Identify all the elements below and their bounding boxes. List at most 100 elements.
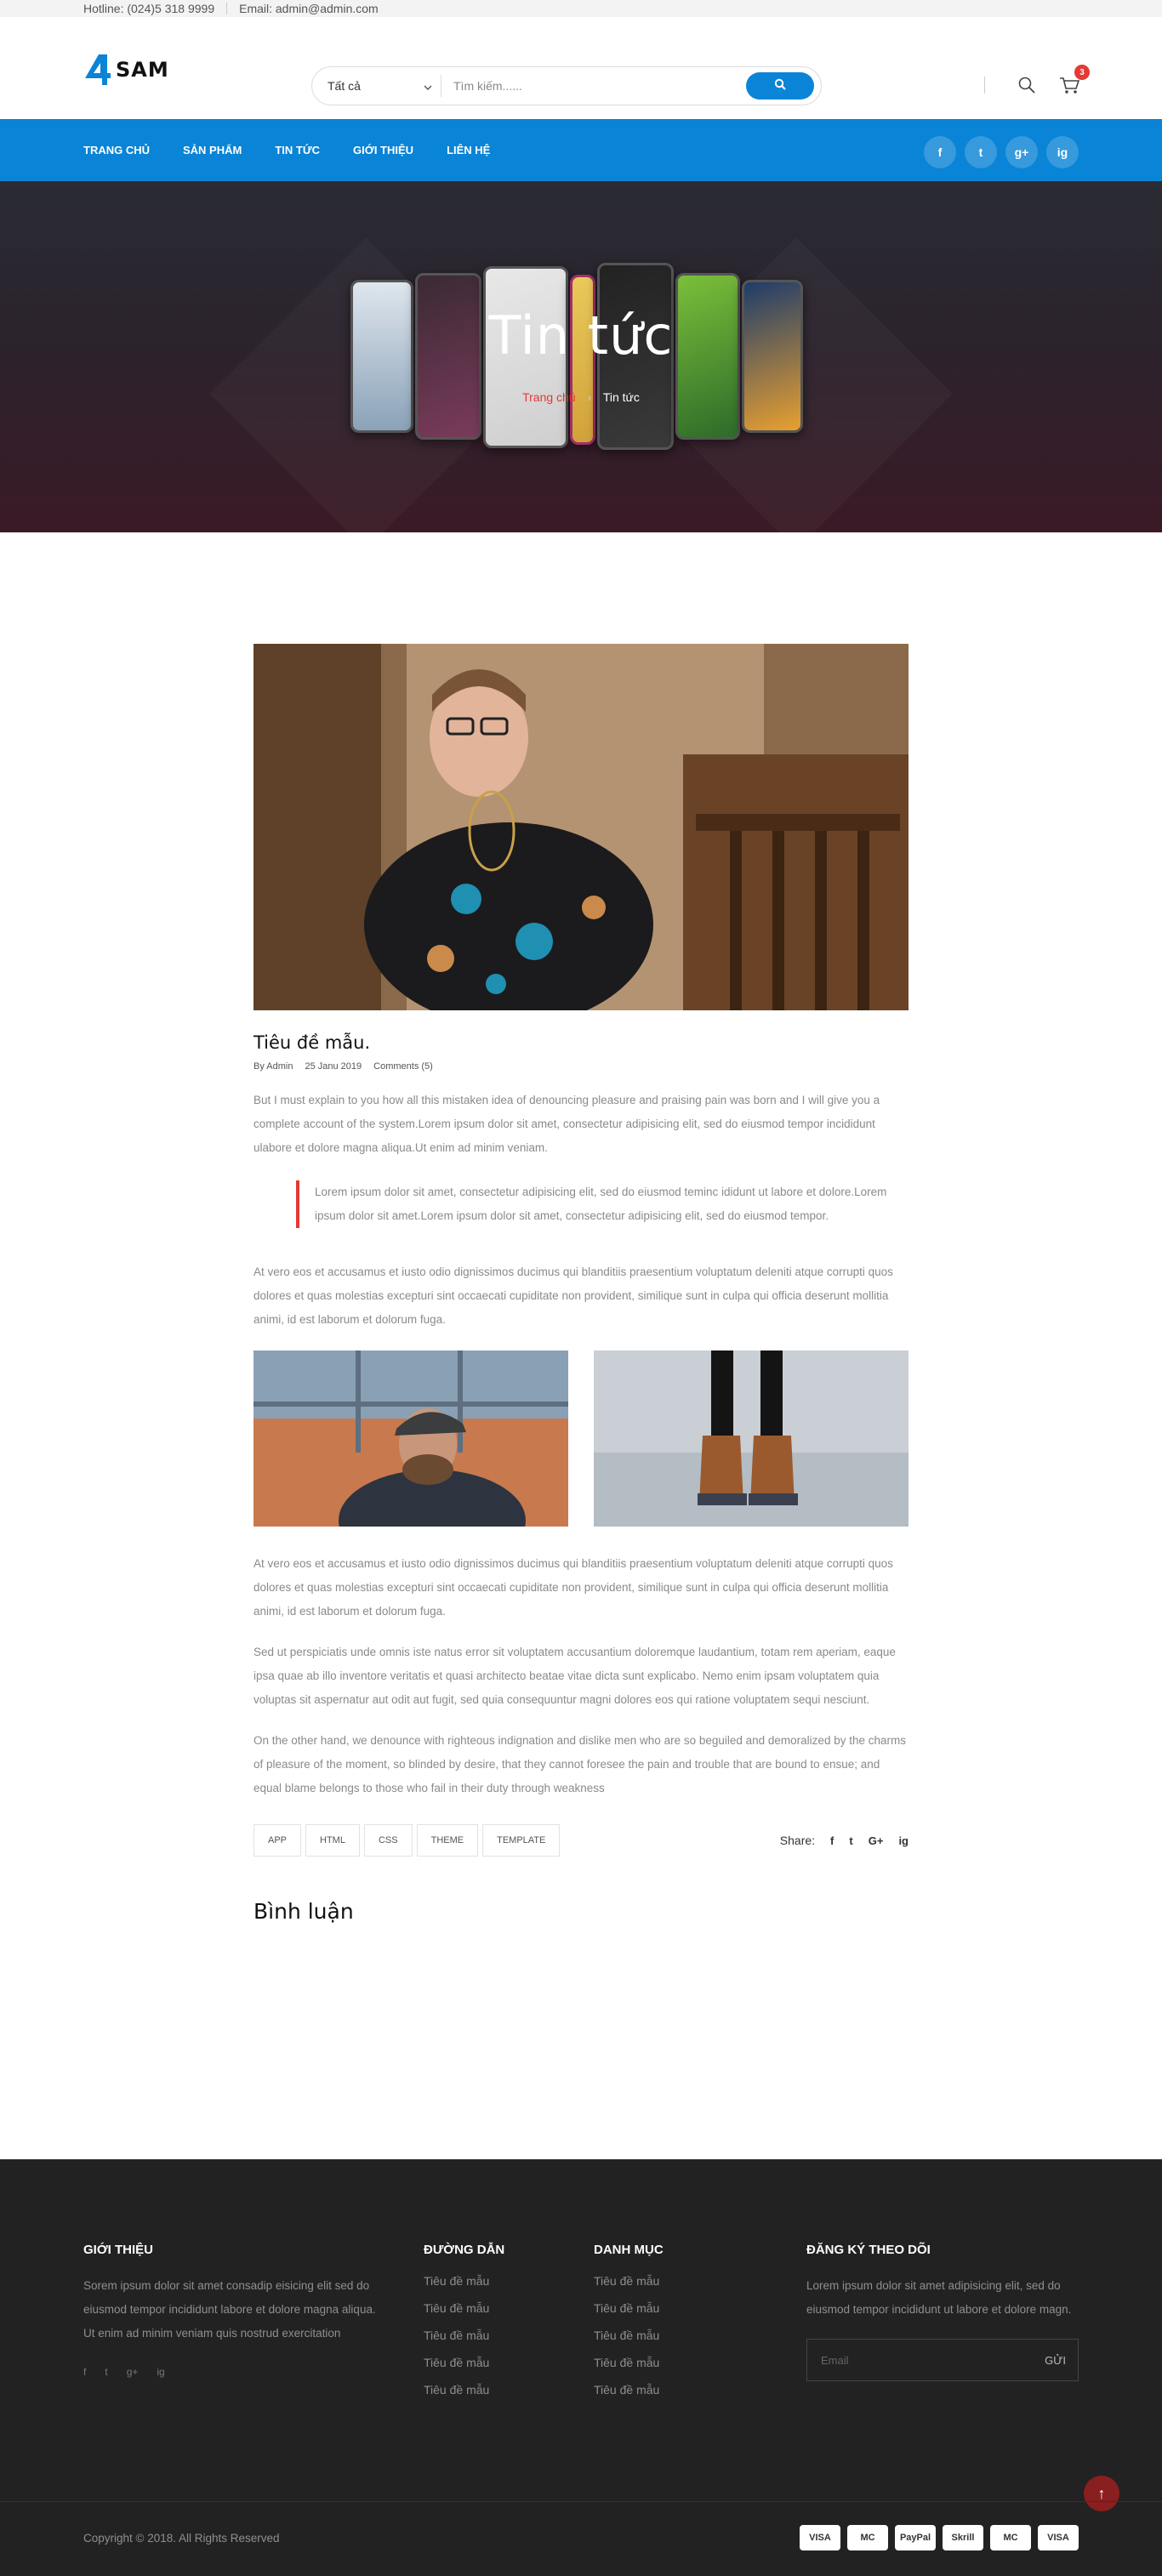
- copyright-text: Copyright © 2018. All Rights Reserved: [83, 2532, 280, 2545]
- post-content: Tiêu đề mẫu. By Admin 25 Janu 2019 Comme…: [253, 644, 909, 1924]
- subscribe-form: GỬI: [806, 2339, 1079, 2381]
- footer-link[interactable]: Tiêu đề mẫu: [424, 2329, 560, 2342]
- tag-template[interactable]: TEMPLATE: [482, 1824, 561, 1857]
- nav-item-home[interactable]: TRANG CHỦ: [83, 144, 150, 156]
- post-meta: By Admin 25 Janu 2019 Comments (5): [253, 1061, 909, 1072]
- tag-theme[interactable]: THEME: [416, 1824, 479, 1857]
- nav-item-products[interactable]: SẢN PHẨM: [183, 144, 242, 156]
- footer-subscribe-title: ĐĂNG KÝ THEO DÕI: [806, 2243, 931, 2257]
- footer-categories: DANH MỤC Tiêu đề mẫu Tiêu đề mẫu Tiêu đề…: [594, 2243, 747, 2410]
- cart-count-badge: 3: [1074, 65, 1090, 80]
- post-paragraph: Sed ut perspiciatis unde omnis iste natu…: [253, 1646, 896, 1706]
- search-category-value: Tất cả: [328, 79, 361, 93]
- footer-facebook-icon[interactable]: f: [83, 2366, 86, 2378]
- post-featured-image: [253, 644, 909, 1010]
- chevron-right-icon: ›: [587, 390, 592, 404]
- post-author: By Admin: [253, 1061, 293, 1072]
- breadcrumb-current: Tin tức: [602, 390, 640, 404]
- mastercard-icon: MC: [847, 2525, 888, 2550]
- header-search-icon[interactable]: [1017, 75, 1037, 95]
- paypal-icon: PayPal: [895, 2525, 936, 2550]
- logo-mark-icon: [83, 53, 112, 87]
- instagram-icon[interactable]: ig: [1046, 136, 1079, 168]
- footer-category-link[interactable]: Tiêu đề mẫu: [594, 2274, 747, 2288]
- footer-social: f t g+ ig: [83, 2366, 390, 2378]
- post-footer-bar: APP HTML CSS THEME TEMPLATE Share: f t G…: [253, 1824, 909, 1857]
- chevron-down-icon: [424, 79, 432, 93]
- post-paragraph: On the other hand, we denounce with righ…: [253, 1734, 906, 1794]
- google-plus-icon[interactable]: g+: [1005, 136, 1038, 168]
- footer-divider: [0, 2501, 1162, 2502]
- share-facebook-icon[interactable]: f: [830, 1834, 834, 1847]
- header-divider: [984, 77, 985, 94]
- post-gallery: [253, 1351, 909, 1527]
- page-hero: Tin tức Trang chủ › Tin tức: [0, 181, 1162, 532]
- topbar-divider: [226, 3, 228, 14]
- subscribe-email-input[interactable]: [821, 2353, 991, 2367]
- footer-category-link[interactable]: Tiêu đề mẫu: [594, 2356, 747, 2369]
- twitter-icon[interactable]: t: [965, 136, 997, 168]
- search-button[interactable]: [746, 72, 814, 100]
- visa-icon: VISA: [800, 2525, 840, 2550]
- facebook-icon[interactable]: f: [924, 136, 956, 168]
- share-instagram-icon[interactable]: ig: [898, 1834, 909, 1847]
- footer-link[interactable]: Tiêu đề mẫu: [424, 2383, 560, 2397]
- share-twitter-icon[interactable]: t: [849, 1834, 852, 1847]
- post-blockquote: Lorem ipsum dolor sit amet, consectetur …: [296, 1180, 909, 1228]
- search-icon: [774, 78, 786, 94]
- logo-text: SAM: [116, 58, 169, 82]
- back-to-top-icon[interactable]: ↑: [1084, 2476, 1119, 2511]
- footer-link[interactable]: Tiêu đề mẫu: [424, 2301, 560, 2315]
- hotline-text: Hotline: (024)5 318 9999: [83, 2, 215, 15]
- footer-categories-title: DANH MỤC: [594, 2243, 664, 2257]
- breadcrumb-home-link[interactable]: Trang chủ: [522, 390, 576, 404]
- tag-html[interactable]: HTML: [305, 1824, 360, 1857]
- footer-category-link[interactable]: Tiêu đề mẫu: [594, 2383, 747, 2397]
- tag-list: APP HTML CSS THEME TEMPLATE: [253, 1824, 564, 1857]
- tag-css[interactable]: CSS: [363, 1824, 413, 1857]
- search-category-select[interactable]: Tất cả: [312, 75, 441, 97]
- footer-link[interactable]: Tiêu đề mẫu: [424, 2274, 560, 2288]
- post-title: Tiêu đề mẫu.: [253, 1032, 371, 1053]
- footer-category-link[interactable]: Tiêu đề mẫu: [594, 2301, 747, 2315]
- footer-subscribe: ĐĂNG KÝ THEO DÕI Lorem ipsum dolor sit a…: [806, 2243, 1079, 2381]
- post-paragraph: But I must explain to you how all this m…: [253, 1094, 880, 1154]
- post-comments-count[interactable]: Comments (5): [373, 1061, 433, 1072]
- footer-links: ĐƯỜNG DẪN Tiêu đề mẫu Tiêu đề mẫu Tiêu đ…: [424, 2243, 560, 2410]
- post-paragraph: At vero eos et accusamus et iusto odio d…: [253, 1265, 893, 1326]
- search-input[interactable]: [441, 79, 746, 93]
- share-bar: Share: f t G+ ig: [780, 1834, 909, 1847]
- page-title: Tin tức: [488, 304, 674, 367]
- top-bar: Hotline: (024)5 318 9999 Email: admin@ad…: [0, 0, 1162, 17]
- share-google-plus-icon[interactable]: G+: [869, 1834, 884, 1847]
- footer-twitter-icon[interactable]: t: [105, 2366, 107, 2378]
- site-footer: GIỚI THIỆU Sorem ipsum dolor sit amet co…: [0, 2159, 1162, 2576]
- breadcrumb: Trang chủ › Tin tức: [0, 390, 1162, 404]
- site-header: SAM Tất cả 3: [0, 17, 1162, 119]
- post-gallery-image: [594, 1351, 909, 1527]
- nav-item-about[interactable]: GIỚI THIỆU: [353, 144, 413, 156]
- footer-about-title: GIỚI THIỆU: [83, 2243, 153, 2257]
- comments-heading: Bình luận: [253, 1899, 354, 1924]
- footer-google-plus-icon[interactable]: g+: [127, 2366, 139, 2378]
- tag-app[interactable]: APP: [253, 1824, 302, 1857]
- subscribe-send-button[interactable]: GỬI: [1045, 2354, 1066, 2367]
- nav-item-news[interactable]: TIN TỨC: [275, 144, 320, 156]
- email-text: Email: admin@admin.com: [239, 2, 379, 15]
- payment-methods: VISA MC PayPal Skrill MC VISA: [793, 2525, 1079, 2550]
- post-paragraph: At vero eos et accusamus et iusto odio d…: [253, 1557, 893, 1618]
- footer-links-title: ĐƯỜNG DẪN: [424, 2243, 505, 2257]
- logo[interactable]: SAM: [83, 53, 169, 87]
- post-gallery-image: [253, 1351, 568, 1527]
- footer-about-text: Sorem ipsum dolor sit amet consadip eisi…: [83, 2279, 376, 2340]
- footer-about: GIỚI THIỆU Sorem ipsum dolor sit amet co…: [83, 2243, 390, 2378]
- visa-electron-icon: VISA: [1038, 2525, 1079, 2550]
- footer-instagram-icon[interactable]: ig: [157, 2366, 164, 2378]
- post-date: 25 Janu 2019: [305, 1061, 362, 1072]
- skrill-icon: Skrill: [943, 2525, 983, 2550]
- footer-category-link[interactable]: Tiêu đề mẫu: [594, 2329, 747, 2342]
- main-nav: TRANG CHỦ SẢN PHẨM TIN TỨC GIỚI THIỆU LI…: [0, 119, 1162, 181]
- search-bar: Tất cả: [311, 66, 822, 105]
- footer-link[interactable]: Tiêu đề mẫu: [424, 2356, 560, 2369]
- nav-item-contact[interactable]: LIÊN HỆ: [447, 144, 490, 156]
